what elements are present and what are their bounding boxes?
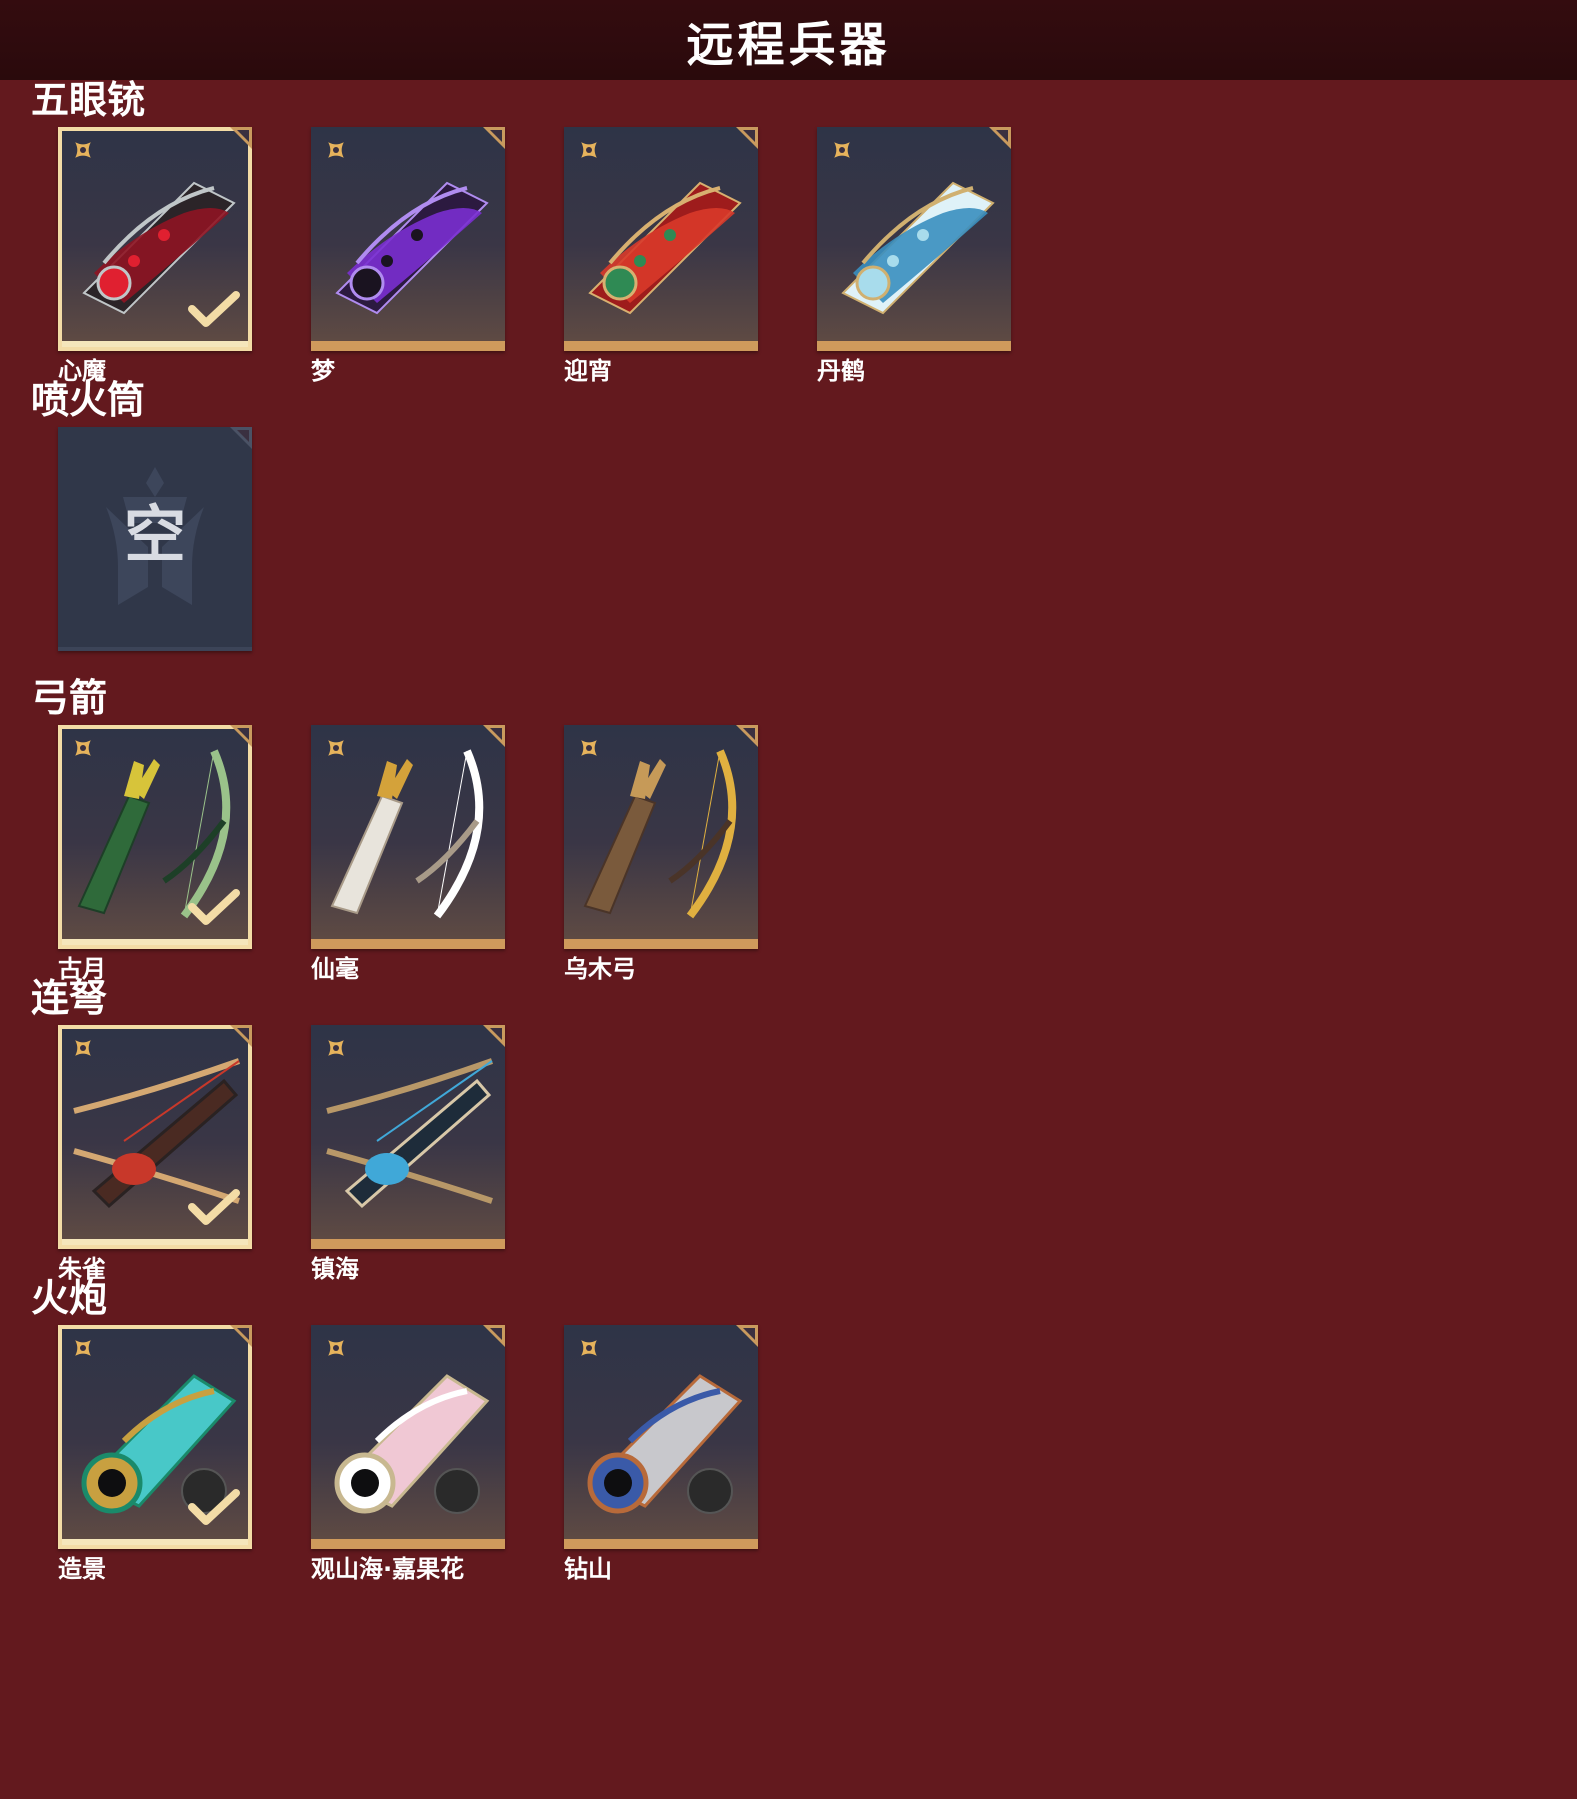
corner-tab-inner [237, 430, 249, 442]
rarity-star-icon [581, 142, 597, 158]
weapon-thumbnail [817, 127, 1011, 351]
category-heading: 弓箭 [31, 676, 108, 720]
corner-tab-inner [237, 728, 249, 740]
weapon-art [330, 749, 484, 919]
weapon-art [326, 1058, 493, 1209]
category-heading: 火炮 [31, 1276, 108, 1320]
rarity-star-icon [75, 1040, 91, 1056]
category-heading: 连弩 [31, 976, 108, 1020]
corner-tab-inner [490, 1328, 502, 1340]
weapon-thumbnail [58, 1325, 252, 1549]
empty-slot-text: 空 [123, 498, 186, 571]
selected-check-icon [188, 1189, 240, 1225]
weapon-name: 迎宵 [564, 357, 612, 385]
corner-tab-inner [237, 130, 249, 142]
weapon-art [583, 749, 737, 919]
weapon-name: 钻山 [564, 1555, 612, 1583]
weapon-name: 镇海 [311, 1255, 359, 1283]
weapon-thumbnail [311, 1025, 505, 1249]
weapon-art [588, 181, 742, 315]
weapon-name: 观山海·嘉果花 [311, 1555, 465, 1583]
corner-tab-inner [996, 130, 1008, 142]
ranged-weapons-screen: 远程兵器 五眼铳心魔梦 迎宵 丹鹤喷火筒空弓箭古月仙毫 乌木弓连弩朱雀镇海火炮造景 观山… [0, 0, 1577, 1799]
rarity-star-icon [328, 142, 344, 158]
rarity-star-icon [75, 740, 91, 756]
rarity-star-icon [328, 1340, 344, 1356]
weapon-thumbnail [564, 1325, 758, 1549]
weapon-name: 造景 [58, 1555, 106, 1583]
weapon-card[interactable]: 迎宵 [564, 127, 758, 386]
corner-tab-inner [237, 1328, 249, 1340]
corner-tab-inner [490, 728, 502, 740]
weapon-thumbnail: 空 [58, 427, 252, 651]
corner-tab-inner [743, 1328, 755, 1340]
rarity-star-icon [75, 1340, 91, 1356]
page-title: 远程兵器 [686, 17, 891, 73]
weapon-name: 仙毫 [311, 955, 359, 983]
weapon-card[interactable]: 朱雀 [58, 1025, 252, 1284]
selected-check-icon [188, 291, 240, 327]
weapon-art [335, 181, 489, 315]
weapon-thumbnail [311, 1325, 505, 1549]
weapon-card[interactable]: 丹鹤 [817, 127, 1011, 386]
weapon-thumbnail [311, 127, 505, 351]
weapon-thumbnail [311, 725, 505, 949]
weapon-thumbnail [564, 725, 758, 949]
weapon-card[interactable]: 古月 [58, 725, 252, 984]
weapon-card[interactable]: 钻山 [564, 1325, 758, 1584]
corner-tab-inner [743, 130, 755, 142]
weapon-card[interactable]: 仙毫 [311, 725, 505, 984]
selected-check-icon [188, 1489, 240, 1525]
rarity-star-icon [328, 1040, 344, 1056]
weapon-card[interactable]: 心魔 [58, 127, 252, 386]
rarity-star-icon [581, 1340, 597, 1356]
category-heading: 喷火筒 [31, 378, 146, 422]
corner-tab-inner [743, 728, 755, 740]
weapon-card[interactable]: 观山海·嘉果花 [311, 1325, 505, 1584]
category-heading: 五眼铳 [31, 78, 146, 122]
corner-tab-inner [490, 130, 502, 142]
weapon-thumbnail [564, 127, 758, 351]
weapon-card[interactable]: 乌木弓 [564, 725, 758, 984]
weapon-card[interactable]: 造景 [58, 1325, 252, 1584]
rarity-star-icon [834, 142, 850, 158]
weapon-thumbnail [58, 1025, 252, 1249]
weapon-card[interactable]: 镇海 [311, 1025, 505, 1284]
selected-check-icon [188, 889, 240, 925]
weapon-art [334, 1374, 490, 1514]
corner-tab-inner [490, 1028, 502, 1040]
weapon-thumbnail [58, 127, 252, 351]
weapon-name: 丹鹤 [817, 357, 865, 385]
rarity-star-icon [75, 142, 91, 158]
weapon-name: 梦 [311, 357, 335, 385]
weapon-thumbnail [58, 725, 252, 949]
weapon-name: 乌木弓 [564, 955, 636, 983]
weapon-card[interactable]: 梦 [311, 127, 505, 386]
empty-weapon-slot[interactable]: 空 [58, 427, 252, 651]
weapon-art [587, 1374, 743, 1514]
title-bar: 远程兵器 [0, 0, 1577, 80]
rarity-star-icon [581, 740, 597, 756]
weapon-art [841, 181, 995, 315]
corner-tab-inner [237, 1028, 249, 1040]
rarity-star-icon [328, 740, 344, 756]
